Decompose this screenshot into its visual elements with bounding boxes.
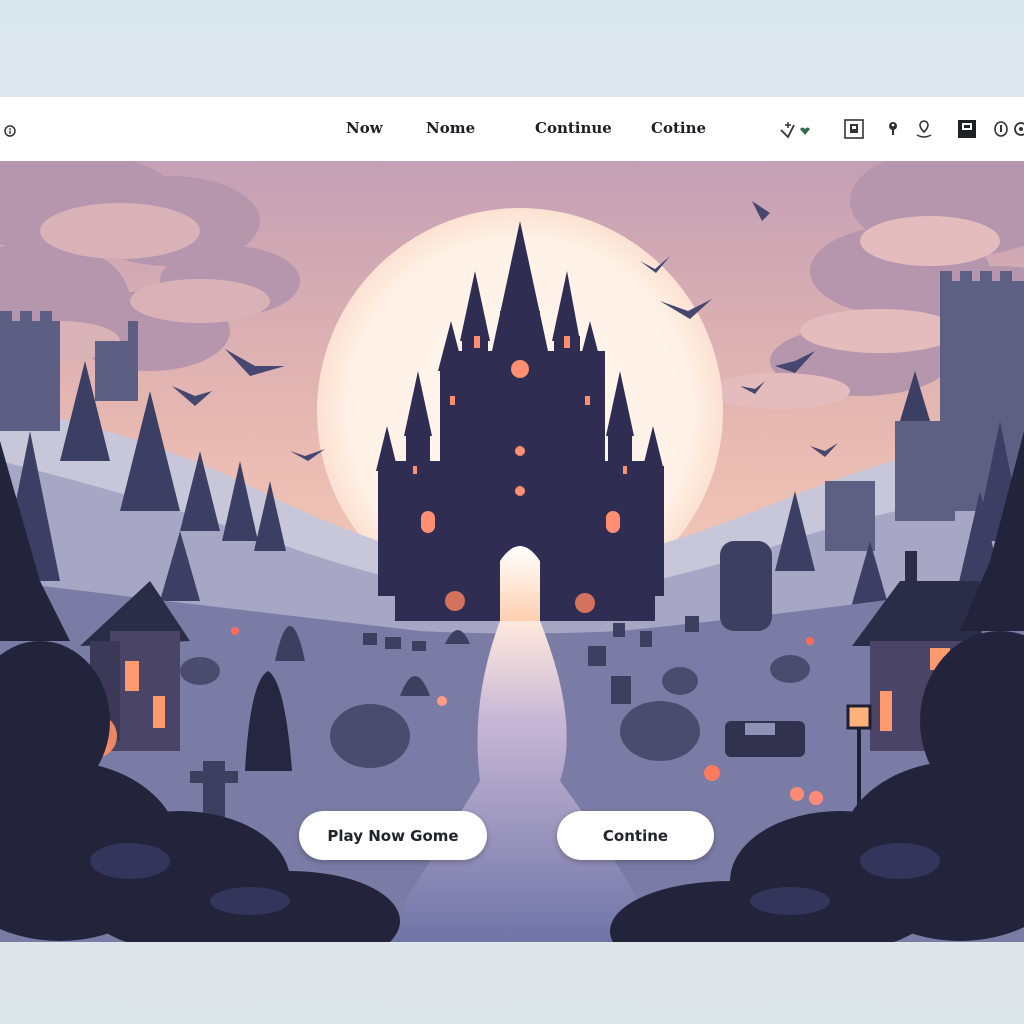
parked-car [725,721,805,757]
top-nav-bar: Now Nome Continue Cotine [0,97,1024,161]
heart-check-icon[interactable] [778,117,814,141]
game-title-scene [0,161,1024,942]
continue-button[interactable]: Contine [557,811,714,860]
pin-icon[interactable] [881,117,905,141]
save-icon[interactable] [955,117,979,141]
nav-item-cotine[interactable]: Cotine [651,119,706,137]
book-icon[interactable] [842,117,866,141]
location-icon[interactable] [912,117,936,141]
nav-item-continue[interactable]: Continue [535,119,612,137]
help-icon[interactable] [992,117,1010,141]
play-new-game-button[interactable]: Play Now Gome [299,811,487,860]
castle-gate [500,546,540,621]
info-icon[interactable] [0,119,18,139]
scene-illustration [0,161,1024,942]
nav-item-now[interactable]: Now [346,119,383,137]
settings-icon[interactable] [1012,117,1024,141]
nav-item-nome[interactable]: Nome [426,119,475,137]
